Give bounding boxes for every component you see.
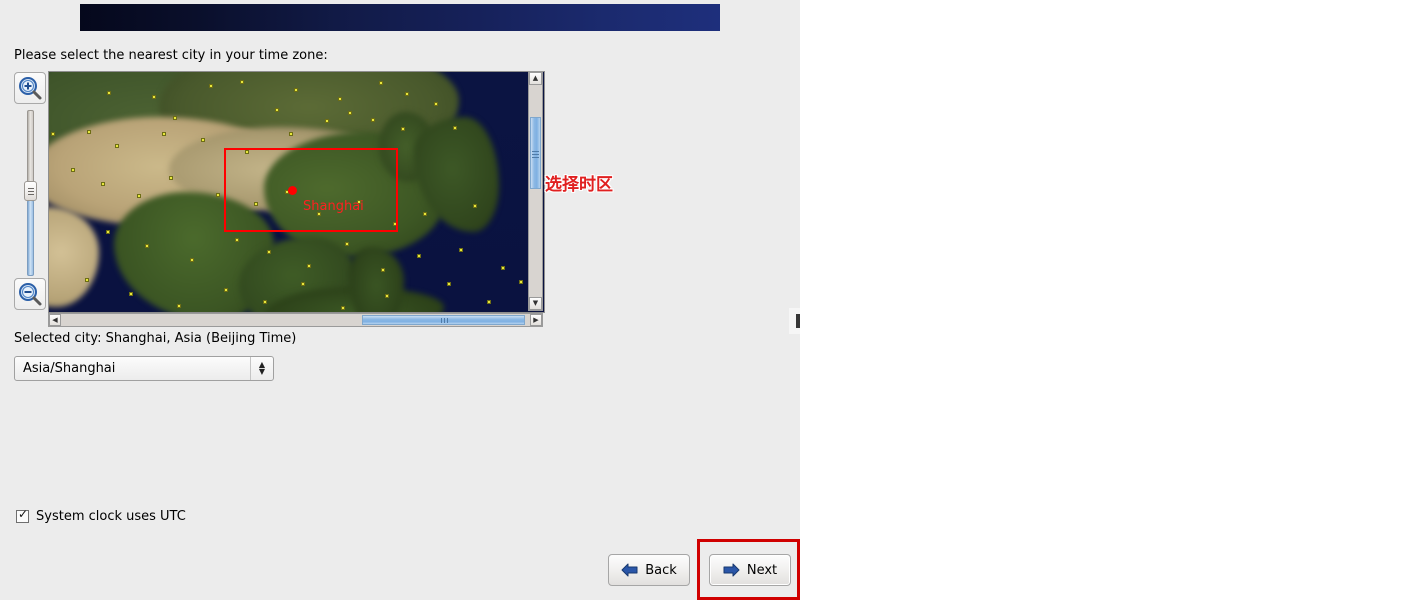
city-dot[interactable] bbox=[152, 95, 156, 99]
city-dot[interactable] bbox=[381, 268, 385, 272]
screen-root: Please select the nearest city in your t… bbox=[0, 0, 1428, 600]
vertical-scrollbar-thumb[interactable] bbox=[530, 117, 541, 189]
city-dot[interactable] bbox=[371, 118, 375, 122]
scroll-down-icon[interactable]: ▼ bbox=[529, 297, 542, 310]
timezone-map[interactable]: Shanghai bbox=[48, 71, 545, 313]
map-horizontal-scrollbar[interactable]: ◀ ▶ bbox=[48, 313, 543, 327]
city-dot[interactable] bbox=[501, 266, 505, 270]
map-vertical-scrollbar[interactable]: ▲ ▼ bbox=[528, 71, 543, 311]
landmass-arabia bbox=[49, 207, 99, 307]
city-dot[interactable] bbox=[173, 116, 177, 120]
timezone-annotation-text: 选择时区 bbox=[545, 175, 613, 195]
city-dot[interactable] bbox=[417, 254, 421, 258]
city-dot[interactable] bbox=[325, 119, 329, 123]
next-button-annotation bbox=[697, 539, 800, 600]
city-dot[interactable] bbox=[345, 242, 349, 246]
window-resize-handle[interactable] bbox=[796, 314, 800, 328]
city-dot[interactable] bbox=[87, 130, 91, 134]
arrow-left-icon bbox=[621, 563, 638, 577]
page-title: Please select the nearest city in your t… bbox=[14, 48, 328, 63]
city-dot[interactable] bbox=[51, 132, 55, 136]
map-zoom-out-button[interactable] bbox=[14, 278, 46, 310]
city-dot[interactable] bbox=[235, 238, 239, 242]
utc-checkbox-label: System clock uses UTC bbox=[36, 509, 186, 524]
back-button[interactable]: Back bbox=[608, 554, 690, 586]
map-zoom-slider[interactable] bbox=[24, 110, 37, 276]
city-dot[interactable] bbox=[201, 138, 205, 142]
city-dot[interactable] bbox=[301, 282, 305, 286]
back-button-label: Back bbox=[645, 562, 677, 578]
city-dot[interactable] bbox=[177, 304, 181, 308]
city-dot[interactable] bbox=[267, 250, 271, 254]
scroll-up-icon[interactable]: ▲ bbox=[529, 72, 542, 85]
city-dot[interactable] bbox=[341, 306, 345, 310]
chevron-updown-icon[interactable]: ▲ ▼ bbox=[250, 357, 273, 380]
zoom-slider-thumb[interactable] bbox=[24, 181, 37, 201]
city-dot[interactable] bbox=[385, 294, 389, 298]
city-dot[interactable] bbox=[240, 80, 244, 84]
city-dot[interactable] bbox=[289, 132, 293, 136]
scroll-left-icon[interactable]: ◀ bbox=[49, 314, 61, 326]
city-dot[interactable] bbox=[401, 127, 405, 131]
city-dot[interactable] bbox=[216, 193, 220, 197]
city-dot[interactable] bbox=[453, 126, 457, 130]
city-dot[interactable] bbox=[145, 244, 149, 248]
city-dot[interactable] bbox=[106, 230, 110, 234]
horizontal-scrollbar-thumb[interactable] bbox=[362, 315, 525, 325]
utc-checkbox[interactable]: ✓ bbox=[16, 507, 29, 523]
city-dot[interactable] bbox=[307, 264, 311, 268]
zoom-slider-track-lower bbox=[27, 200, 34, 276]
magnifier-minus-icon bbox=[19, 283, 42, 306]
city-dot[interactable] bbox=[209, 84, 213, 88]
city-dot[interactable] bbox=[275, 108, 279, 112]
magnifier-plus-icon bbox=[19, 77, 42, 100]
city-dot[interactable] bbox=[85, 278, 89, 282]
selected-city-text: Selected city: Shanghai, Asia (Beijing T… bbox=[14, 331, 297, 346]
city-dot[interactable] bbox=[263, 300, 267, 304]
city-dot[interactable] bbox=[71, 168, 75, 172]
city-dot[interactable] bbox=[190, 258, 194, 262]
city-dot[interactable] bbox=[162, 132, 166, 136]
zoom-slider-track-upper bbox=[27, 110, 34, 186]
city-dot[interactable] bbox=[459, 248, 463, 252]
city-dot[interactable] bbox=[129, 292, 133, 296]
city-dot[interactable] bbox=[519, 280, 523, 284]
city-dot[interactable] bbox=[405, 92, 409, 96]
utc-checkbox-row[interactable]: ✓ System clock uses UTC bbox=[16, 507, 186, 524]
map-region-annotation bbox=[224, 148, 398, 232]
city-dot[interactable] bbox=[379, 81, 383, 85]
city-dot[interactable] bbox=[169, 176, 173, 180]
map-zoom-in-button[interactable] bbox=[14, 72, 46, 104]
city-dot[interactable] bbox=[294, 88, 298, 92]
city-dot[interactable] bbox=[224, 288, 228, 292]
timezone-select[interactable]: Asia/Shanghai ▲ ▼ bbox=[14, 356, 274, 381]
city-dot[interactable] bbox=[487, 300, 491, 304]
city-dot[interactable] bbox=[434, 102, 438, 106]
city-dot[interactable] bbox=[348, 111, 352, 115]
city-dot[interactable] bbox=[137, 194, 141, 198]
checkmark-icon: ✓ bbox=[18, 507, 29, 521]
progress-banner bbox=[80, 4, 720, 31]
timezone-select-value: Asia/Shanghai bbox=[23, 361, 116, 376]
city-dot[interactable] bbox=[115, 144, 119, 148]
chevron-down-icon: ▼ bbox=[258, 366, 266, 376]
installer-window: Please select the nearest city in your t… bbox=[0, 0, 800, 600]
city-dot[interactable] bbox=[423, 212, 427, 216]
city-dot[interactable] bbox=[473, 204, 477, 208]
landmass-philippines bbox=[349, 247, 404, 312]
city-dot[interactable] bbox=[101, 182, 105, 186]
city-dot[interactable] bbox=[338, 97, 342, 101]
scroll-right-icon[interactable]: ▶ bbox=[530, 314, 542, 326]
city-dot[interactable] bbox=[447, 282, 451, 286]
map-canvas[interactable]: Shanghai bbox=[49, 72, 544, 312]
city-dot[interactable] bbox=[107, 91, 111, 95]
